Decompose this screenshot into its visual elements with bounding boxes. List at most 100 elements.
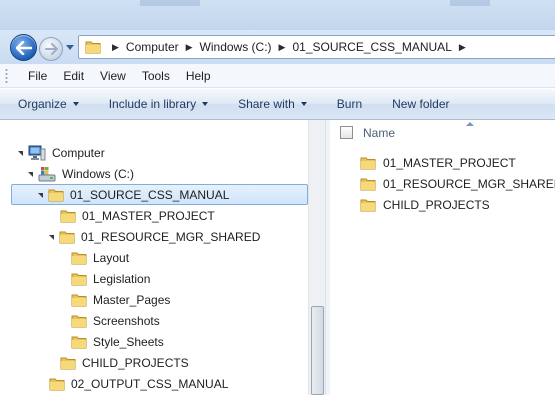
expanded-arrow-icon[interactable] [38, 192, 43, 198]
file-item-label: 01_MASTER_PROJECT [383, 155, 516, 170]
dropdown-arrow-icon [300, 102, 307, 106]
address-bar[interactable]: ▶ Computer ▶ Windows (C:) ▶ 01_SOURCE_CS… [78, 35, 555, 59]
tree-label: Screenshots [93, 313, 160, 328]
tree-label: 01_MASTER_PROJECT [82, 208, 215, 223]
expanded-arrow-icon[interactable] [18, 150, 23, 156]
drive-icon [38, 166, 56, 181]
tree-label: Computer [52, 145, 105, 160]
organize-button[interactable]: Organize [18, 97, 79, 111]
burn-label: Burn [336, 97, 363, 111]
tree-item-screenshots[interactable]: Screenshots [59, 310, 327, 331]
tree-item-computer[interactable]: Computer [18, 142, 327, 163]
expanded-arrow-icon[interactable] [49, 234, 54, 240]
folder-icon [71, 294, 87, 306]
scrollbar-thumb[interactable] [311, 306, 324, 395]
tree-label: Windows (C:) [62, 166, 135, 181]
window-top-strip [0, 0, 555, 30]
file-item-01-master-project[interactable]: 01_MASTER_PROJECT [360, 152, 516, 173]
menu-tools[interactable]: Tools [134, 69, 178, 83]
tree-label: 02_OUTPUT_CSS_MANUAL [71, 376, 229, 391]
breadcrumb-separator-icon[interactable]: ▶ [186, 42, 193, 53]
folder-icon [48, 189, 64, 201]
back-arrow-icon [16, 41, 32, 55]
file-item-child-projects[interactable]: CHILD_PROJECTS [360, 194, 490, 215]
collapsed-arrow-icon[interactable] [59, 315, 65, 326]
folder-icon [85, 41, 101, 54]
tree-label: Master_Pages [93, 292, 171, 307]
breadcrumb-source-css-manual[interactable]: 01_SOURCE_CSS_MANUAL [292, 40, 451, 54]
dropdown-arrow-icon [72, 102, 79, 106]
new-folder-label: New folder [392, 97, 450, 111]
folder-icon [360, 157, 376, 169]
share-with-label: Share with [238, 97, 295, 111]
expanded-arrow-icon[interactable] [28, 171, 33, 177]
sort-ascending-icon [466, 122, 474, 126]
menu-view[interactable]: View [92, 69, 134, 83]
dropdown-arrow-icon [202, 102, 209, 106]
collapsed-arrow-icon[interactable] [59, 336, 65, 347]
breadcrumb-separator-icon[interactable]: ▶ [459, 42, 466, 53]
clipped-background-element [450, 0, 490, 6]
folder-icon [71, 336, 87, 348]
tree-item-01-master-project[interactable]: 01_MASTER_PROJECT [48, 205, 327, 226]
breadcrumb-windows-c[interactable]: Windows (C:) [200, 40, 272, 54]
navigation-row: ▶ Computer ▶ Windows (C:) ▶ 01_SOURCE_CS… [0, 30, 555, 64]
organize-label: Organize [18, 97, 67, 111]
share-with-button[interactable]: Share with [238, 97, 307, 111]
tree-label: CHILD_PROJECTS [82, 355, 189, 370]
burn-button[interactable]: Burn [337, 97, 362, 111]
file-item-label: 01_RESOURCE_MGR_SHARED [383, 176, 555, 191]
tree-item-02-output-css-manual[interactable]: 02_OUTPUT_CSS_MANUAL [37, 373, 327, 394]
tree-label: Layout [93, 250, 130, 265]
file-item-01-resource-mgr-shared[interactable]: 01_RESOURCE_MGR_SHARED [360, 173, 555, 194]
collapsed-arrow-icon[interactable] [37, 378, 43, 389]
name-column-header[interactable]: Name [363, 126, 395, 140]
folder-icon [60, 210, 76, 222]
collapsed-arrow-icon[interactable] [48, 210, 54, 221]
menu-file[interactable]: File [18, 69, 55, 83]
select-all-checkbox[interactable] [340, 126, 353, 139]
column-header-row: Name [330, 120, 555, 146]
tree-item-child-projects[interactable]: CHILD_PROJECTS [48, 352, 327, 373]
forward-button[interactable] [39, 37, 63, 61]
folder-icon [71, 252, 87, 264]
tree-label: Legislation [93, 271, 151, 286]
menu-grip-icon [5, 68, 8, 84]
collapsed-arrow-icon[interactable] [48, 357, 54, 368]
tree-item-legislation[interactable]: Legislation [71, 268, 327, 289]
tree-item-01-source-css-manual[interactable]: 01_SOURCE_CSS_MANUAL [0, 184, 308, 205]
navigation-pane-scrollbar[interactable] [308, 120, 325, 395]
include-in-library-button[interactable]: Include in library [108, 97, 209, 111]
folder-icon [360, 199, 376, 211]
tree-label: 01_RESOURCE_MGR_SHARED [81, 229, 261, 244]
tree-item-style-sheets[interactable]: Style_Sheets [59, 331, 327, 352]
tree-label: Style_Sheets [93, 334, 164, 349]
menu-help[interactable]: Help [178, 69, 219, 83]
navigation-pane[interactable]: Computer Windows (C:) 01_SOURCE_CSS_MANU… [0, 120, 327, 395]
back-button[interactable] [10, 34, 37, 61]
menu-bar: File Edit View Tools Help [0, 64, 555, 88]
folder-icon [71, 315, 87, 327]
breadcrumb-separator-icon[interactable]: ▶ [112, 42, 119, 53]
new-folder-button[interactable]: New folder [392, 97, 449, 111]
folder-icon [59, 231, 75, 243]
include-in-library-label: Include in library [108, 97, 197, 111]
recent-pages-dropdown-icon[interactable] [66, 45, 74, 50]
breadcrumb-computer[interactable]: Computer [126, 40, 179, 54]
command-bar: Organize Include in library Share with B… [0, 89, 555, 120]
file-item-label: CHILD_PROJECTS [383, 197, 490, 212]
folder-icon [49, 378, 65, 390]
tree-item-layout[interactable]: Layout [71, 247, 327, 268]
collapsed-arrow-icon[interactable] [59, 294, 65, 305]
tree-item-master-pages[interactable]: Master_Pages [59, 289, 327, 310]
computer-icon [28, 145, 46, 160]
folder-icon [71, 273, 87, 285]
menu-edit[interactable]: Edit [55, 69, 92, 83]
folder-icon [60, 357, 76, 369]
tree-item-01-resource-mgr-shared[interactable]: 01_RESOURCE_MGR_SHARED [49, 226, 327, 247]
tree-item-windows-c[interactable]: Windows (C:) [28, 163, 327, 184]
tree-label: 01_SOURCE_CSS_MANUAL [70, 187, 230, 202]
breadcrumb-separator-icon[interactable]: ▶ [279, 42, 286, 53]
content-pane[interactable]: Name 01_MASTER_PROJECT 01_RESOURCE_MGR_S… [330, 120, 555, 395]
clipped-background-element [140, 0, 200, 6]
